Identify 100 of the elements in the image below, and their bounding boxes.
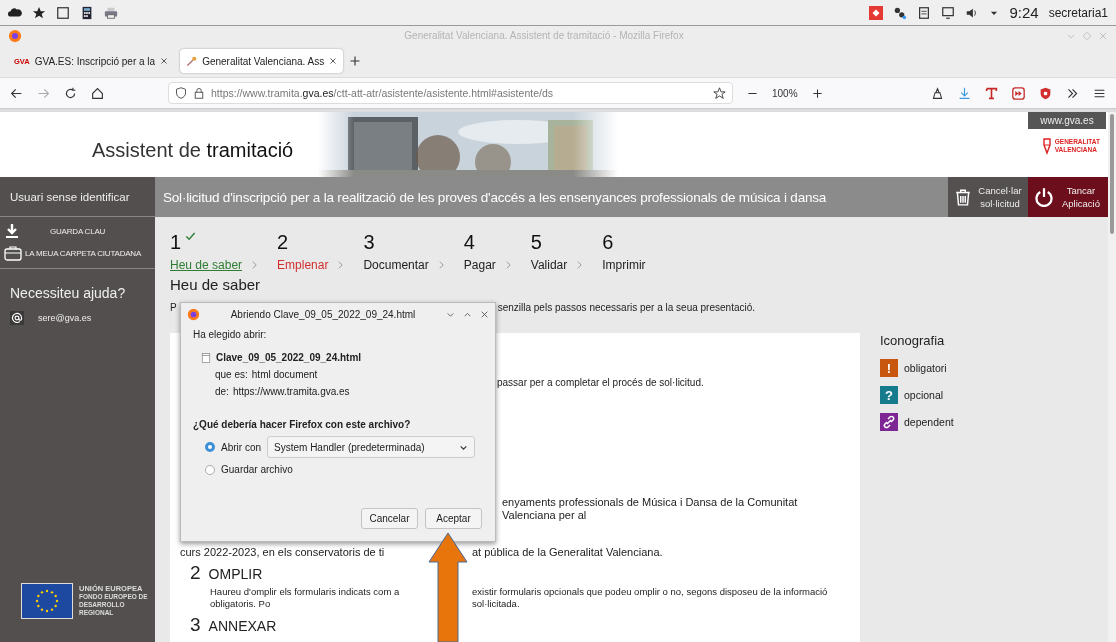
close-icon[interactable]: [329, 57, 338, 65]
letter-t-icon[interactable]: [985, 86, 998, 100]
body-text: enyaments professionals de Música i Dansa de la Comunitat Valenciana per al: [502, 496, 799, 522]
section-title: OMPLIR: [208, 566, 263, 582]
legend-label: dependent: [904, 416, 954, 428]
field-label: de:: [215, 386, 229, 397]
section-number: 3: [190, 614, 201, 636]
dialog-button[interactable]: Cancelar: [361, 508, 418, 529]
back-icon[interactable]: [10, 86, 23, 100]
address-field[interactable]: https://www.tramita.gva.es/ctt-att-atr/asistente/asistente.html#asistente/ds: [168, 82, 733, 104]
at-icon: [10, 311, 24, 325]
option-label[interactable]: Abrir con: [221, 441, 261, 453]
app-icon[interactable]: [869, 5, 884, 20]
bookmark-star-icon[interactable]: [713, 86, 726, 100]
lock-icon: [193, 87, 205, 99]
browser-icon: [187, 307, 200, 321]
new-tab-icon[interactable]: [349, 55, 362, 67]
procedure-title: Sol·licitud d'inscripció per a la realització de les proves d'accés a les ensenyances professionals de música i dansa: [155, 177, 948, 217]
shield-icon[interactable]: [1039, 86, 1052, 100]
field-value: https://www.tramita.gva.es: [232, 386, 350, 397]
file-name: Clave_09_05_2022_09_24.html: [216, 352, 362, 363]
cloud-icon[interactable]: [8, 5, 22, 20]
network-icon[interactable]: [893, 5, 908, 20]
chevron-icon: [575, 258, 585, 272]
monitor-icon[interactable]: [941, 5, 956, 20]
section-number: 2: [190, 562, 201, 584]
radio-button[interactable]: [205, 464, 215, 475]
shield-icon: [175, 87, 187, 99]
printer-icon[interactable]: [104, 5, 118, 20]
calculator-icon[interactable]: [80, 5, 94, 20]
close-icon[interactable]: [480, 309, 489, 319]
intro-text: P: [170, 302, 177, 313]
handler-dropdown[interactable]: System Handler (predeterminada): [267, 436, 475, 458]
step-link[interactable]: Validar: [530, 258, 568, 272]
section-title: ANNEXAR: [208, 618, 277, 634]
power-icon: [1034, 187, 1054, 207]
legend-label: obligatori: [904, 362, 947, 374]
dialog-text: Ha elegido abrir:: [193, 329, 267, 340]
step-link[interactable]: Heu de saber: [170, 258, 243, 272]
body-text: at pública de la Generalitat Valenciana.: [472, 546, 664, 558]
dialog-title: Abriendo Clave_09_05_2022_09_24.html: [229, 308, 417, 320]
step-number: 2: [277, 231, 289, 254]
step-link[interactable]: Documentar: [363, 258, 429, 272]
clipboard-icon[interactable]: [917, 5, 932, 20]
home-icon[interactable]: [91, 86, 104, 100]
step-number: 5: [530, 231, 542, 254]
chevron-icon: [336, 258, 346, 272]
body-text: curs 2022-2023, en els conservatoris de ti: [180, 546, 386, 558]
close-app-button[interactable]: Tancar Aplicació: [1028, 177, 1108, 217]
step-number: 6: [602, 231, 614, 254]
sidebar-link[interactable]: LA MEUA CARPETA CIUTADANA: [0, 242, 155, 264]
eu-flag-icon: [21, 583, 73, 619]
close-icon[interactable]: [160, 57, 169, 65]
email-link[interactable]: sere@gva.es: [38, 313, 92, 323]
step-link[interactable]: Imprimir: [602, 258, 646, 272]
user-status: Usuari sense identificar: [0, 177, 155, 217]
sidebar-link[interactable]: GUARDA CLAU: [0, 217, 155, 242]
step-number: 1: [170, 231, 182, 254]
step-link[interactable]: Emplenar: [277, 258, 329, 272]
zoom-in-icon[interactable]: [811, 87, 823, 99]
key-icon: [186, 55, 198, 67]
legend-badge: !: [880, 359, 898, 377]
legend-badge: ?: [880, 386, 898, 404]
radio-button[interactable]: [205, 442, 215, 452]
option-label[interactable]: Guardar archivo: [221, 464, 293, 475]
window-icon[interactable]: [56, 5, 70, 20]
legend-title: Iconografia: [880, 333, 946, 348]
scrollbar[interactable]: [1108, 112, 1116, 642]
coat-of-arms-icon: [1041, 137, 1052, 155]
help-heading: Necessiteu ajuda?: [9, 284, 127, 301]
briefcase-icon: [4, 245, 22, 261]
legend-label: opcional: [904, 389, 944, 401]
download-icon: [4, 223, 20, 239]
portal-link[interactable]: www.gva.es: [1028, 112, 1106, 129]
user-name: secretaria1: [1048, 5, 1108, 20]
reload-icon[interactable]: [64, 86, 77, 100]
site-title: Assistent de tramitació: [91, 139, 295, 162]
step-number: 3: [363, 231, 375, 254]
browser-icon[interactable]: [8, 28, 22, 43]
step-number: 4: [463, 231, 475, 254]
field-value: html document: [251, 369, 318, 380]
cancel-request-button[interactable]: Cancel·lar sol·licitud: [948, 177, 1028, 217]
zoom-level[interactable]: 100%: [772, 87, 798, 99]
step-link[interactable]: Pagar: [463, 258, 496, 272]
browser-tab[interactable]: Generalitat Valenciana. Ass: [180, 49, 344, 73]
overflow-icon[interactable]: [1066, 86, 1079, 100]
chevron-icon: [250, 258, 260, 272]
clock: 9:24: [1009, 4, 1039, 21]
fast-forward-icon[interactable]: [1012, 86, 1025, 100]
section-heading: Heu de saber: [170, 276, 262, 293]
intro-text: senzilla pels passos necessaris per a la seua presentació.: [497, 302, 756, 313]
dialog-button[interactable]: Aceptar: [425, 508, 482, 529]
dialog-question: ¿Qué debería hacer Firefox con este archivo?: [193, 419, 412, 430]
file-icon: [201, 352, 211, 363]
download-icon[interactable]: [958, 86, 971, 100]
field-label: que es:: [215, 369, 248, 380]
star-icon[interactable]: [32, 5, 46, 20]
trash-icon: [954, 187, 972, 207]
body-text: existir formularis opcionals que podeu omplir o no, segons disposeu de la informació sol·licitada.: [472, 586, 829, 610]
check-icon: [185, 231, 197, 242]
